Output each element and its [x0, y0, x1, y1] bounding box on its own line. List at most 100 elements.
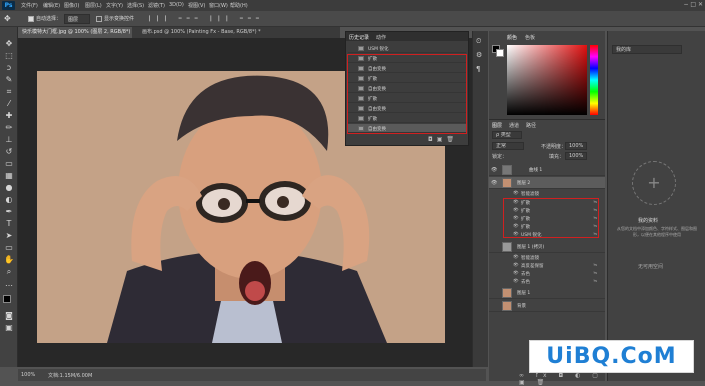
smart-filter-row[interactable]: 👁 智能滤镜 [489, 190, 605, 198]
eye-icon[interactable]: 👁 [513, 191, 519, 196]
zoom-level[interactable]: 100% [21, 372, 35, 378]
filter-effect-row[interactable]: 👁 扩散 ≒ [489, 215, 605, 223]
filter-options-icon[interactable]: ≒ [593, 271, 597, 276]
eye-icon[interactable]: 👁 [513, 255, 519, 260]
history-footer-icons[interactable]: ◘▣🗑 [428, 136, 458, 143]
eye-icon[interactable]: 👁 [513, 200, 519, 205]
tab-document-2[interactable]: 画布.psd @ 100% (Painting Fx - Base, RGB/8… [138, 27, 298, 38]
more-tools-icon[interactable]: … [4, 279, 14, 289]
blur-icon[interactable]: ● [4, 183, 14, 193]
shape-icon[interactable]: ▭ [4, 243, 14, 253]
marquee-icon[interactable]: ⬚ [4, 51, 14, 61]
blend-mode-select[interactable]: 正常 [492, 142, 524, 150]
history-brush-icon[interactable]: ↺ [4, 147, 14, 157]
window-controls[interactable]: − □ ✕ [683, 1, 703, 8]
history-item[interactable]: 扩散 [348, 114, 466, 123]
layer-row[interactable]: 图层 1 [489, 287, 605, 299]
filter-effect-row[interactable]: 👁 扩散 ≒ [489, 207, 605, 215]
eye-icon[interactable]: 👁 [513, 279, 519, 284]
tab-actions[interactable]: 动作 [376, 34, 386, 41]
eraser-icon[interactable]: ▭ [4, 159, 14, 169]
layers-footer-icons[interactable]: ∞ fx ◘ ◐ ▢ ▣ 🗑 [519, 372, 605, 386]
eye-icon[interactable]: 👁 [513, 224, 519, 229]
opacity-field[interactable]: 100% [565, 142, 587, 150]
menu-edit[interactable]: 编辑(E) [43, 2, 60, 9]
eye-icon[interactable]: 👁 [513, 271, 519, 276]
smart-filter-row[interactable]: 👁 智能滤镜 [489, 254, 605, 262]
layer-row[interactable]: 背景 [489, 300, 605, 312]
menu-help[interactable]: 帮助(H) [230, 2, 248, 9]
tab-channels[interactable]: 通道 [509, 122, 519, 129]
history-panel-icon[interactable]: ⏲ [476, 37, 481, 46]
type-icon[interactable]: T [4, 219, 14, 229]
menu-view[interactable]: 视图(V) [188, 2, 205, 9]
menu-window[interactable]: 窗口(W) [209, 2, 228, 9]
quick-select-icon[interactable]: ✎ [4, 75, 14, 85]
menu-file[interactable]: 文件(F) [21, 2, 38, 9]
eyedropper-icon[interactable]: ⁄ [4, 99, 14, 109]
tab-color[interactable]: 颜色 [507, 34, 517, 41]
fill-field[interactable]: 100% [565, 152, 587, 160]
filter-options-icon[interactable]: ≒ [593, 279, 597, 284]
library-select[interactable]: 我的库 [612, 45, 682, 54]
history-item[interactable]: 自由变换 [348, 84, 466, 93]
history-item[interactable]: 扩散 [348, 74, 466, 83]
transform-checkbox[interactable] [96, 16, 102, 22]
menu-3d[interactable]: 3D(D) [169, 2, 184, 8]
menu-layer[interactable]: 图层(L) [85, 2, 102, 9]
color-picker-field[interactable] [507, 45, 587, 115]
crop-icon[interactable]: ⌗ [4, 87, 14, 97]
tab-document-1[interactable]: 快乐模特大门框.jpg @ 100% (图层 2, RGB/8*) * [18, 27, 132, 38]
history-item[interactable]: 自由变换 [348, 104, 466, 113]
align-icons[interactable]: ┃┃┃ ═══ ┃┃┃ ═══ [148, 14, 264, 24]
target-select[interactable]: 图层 [64, 14, 90, 24]
eye-icon[interactable]: 👁 [513, 263, 519, 268]
tab-swatches[interactable]: 色板 [525, 34, 535, 41]
tab-history[interactable]: 历史记录 [349, 34, 369, 41]
filter-options-icon[interactable]: ≒ [593, 200, 597, 205]
history-item[interactable]: USM 锐化 [348, 44, 466, 53]
filter-effect-row[interactable]: 👁 去色 ≒ [489, 270, 605, 278]
history-item-active[interactable]: 自由变换 [348, 124, 466, 133]
layer-row-selected[interactable]: 👁 图层 2 [489, 177, 605, 189]
layer-row[interactable]: 图层 1 (拷贝) [489, 241, 605, 253]
paragraph-panel-icon[interactable]: ¶ [476, 65, 480, 73]
menu-select[interactable]: 选择(S) [127, 2, 144, 9]
filter-options-icon[interactable]: ≒ [593, 224, 597, 229]
gradient-icon[interactable]: ▦ [4, 171, 14, 181]
filter-options-icon[interactable]: ≒ [593, 216, 597, 221]
eye-icon[interactable]: 👁 [513, 216, 519, 221]
menu-image[interactable]: 图像(I) [64, 2, 79, 9]
eye-icon[interactable]: 👁 [513, 232, 519, 237]
layer-kind-filter[interactable]: ρ 类型 [492, 131, 522, 139]
zoom-icon[interactable]: ⌕ [4, 267, 14, 277]
screen-mode-icon[interactable]: ▣ [4, 323, 14, 333]
dodge-icon[interactable]: ◐ [4, 195, 14, 205]
menu-type[interactable]: 文字(Y) [106, 2, 123, 9]
bg-color-chip[interactable] [496, 49, 504, 57]
stamp-icon[interactable]: ⊥ [4, 135, 14, 145]
history-item[interactable]: 扩散 [348, 54, 466, 63]
path-select-icon[interactable]: ➤ [4, 231, 14, 241]
foreground-color-swatch[interactable] [3, 295, 11, 303]
properties-panel-icon[interactable]: ⚙ [476, 51, 482, 59]
filter-effect-row[interactable]: 👁 USM 锐化 ≒ [489, 231, 605, 239]
hue-slider[interactable] [590, 45, 598, 115]
filter-effect-row[interactable]: 👁 去色 ≒ [489, 278, 605, 286]
lasso-icon[interactable]: ↄ [4, 63, 14, 73]
quick-mask-icon[interactable]: ◙ [4, 311, 14, 321]
history-item[interactable]: 自由变换 [348, 64, 466, 73]
pen-icon[interactable]: ✒ [4, 207, 14, 217]
move-tool-icon[interactable]: ✥ [4, 14, 11, 24]
eye-icon[interactable]: 👁 [491, 167, 497, 173]
auto-select-checkbox[interactable] [28, 16, 34, 22]
filter-options-icon[interactable]: ≒ [593, 263, 597, 268]
layer-row[interactable]: 👁 曲线 1 [489, 164, 605, 176]
eye-icon[interactable]: 👁 [491, 180, 497, 186]
move-icon[interactable]: ✥ [4, 39, 14, 49]
tab-layers[interactable]: 图层 [492, 122, 502, 129]
history-item[interactable]: 扩散 [348, 94, 466, 103]
menu-filter[interactable]: 滤镜(T) [148, 2, 165, 9]
filter-options-icon[interactable]: ≒ [593, 208, 597, 213]
brush-icon[interactable]: ✏ [4, 123, 14, 133]
